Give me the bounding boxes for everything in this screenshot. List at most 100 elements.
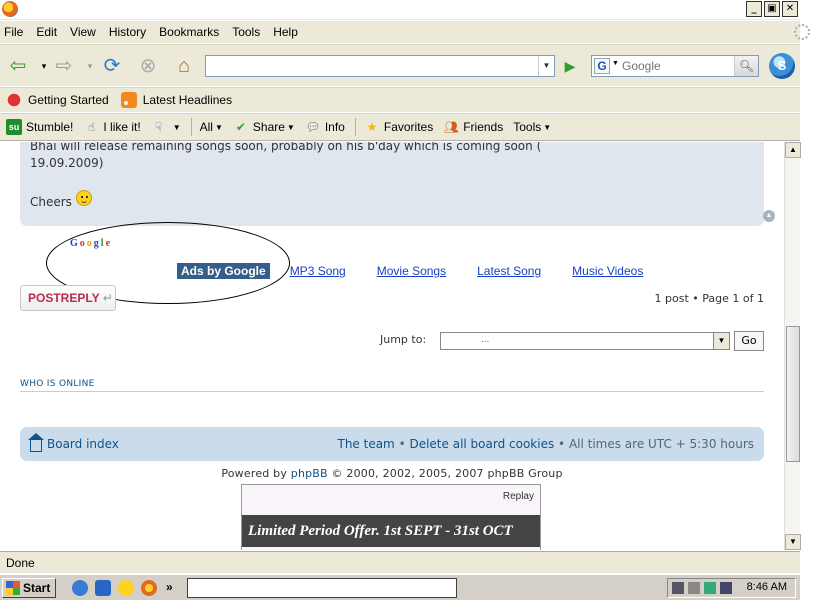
stumbleupon-globe-icon[interactable]: S [769,53,795,79]
post-reply-button[interactable]: POSTREPLY ↵ [20,285,116,311]
jump-to-value: ... [481,334,490,345]
powered-by-text: Powered by phpBB © 2000, 2002, 2005, 200… [0,467,784,480]
home-icon[interactable]: ⌂ [172,54,196,78]
ad-link-mp3-song[interactable]: MP3 Song [290,264,346,278]
search-input[interactable] [622,58,732,74]
jump-to-select[interactable]: ... ▼ [440,332,730,350]
network-icon[interactable] [672,582,684,594]
jump-to-label: Jump to: [380,333,427,346]
reload-icon[interactable]: ⟳ [100,54,124,78]
volume-icon[interactable] [688,582,700,594]
firefox-icon[interactable] [2,1,18,17]
bullet-separator: • [394,437,410,451]
banner-replay-button[interactable]: Replay [503,491,534,502]
firefox-bookmark-icon [6,92,22,108]
forward-history-dropdown-icon[interactable]: ▾ [78,54,102,78]
back-arrow-icon[interactable]: ⇦ [6,54,30,78]
ad-link-movie-songs[interactable]: Movie Songs [377,264,446,278]
messenger-smiley-icon[interactable] [118,580,134,596]
search-icon[interactable]: 🔍︎ [734,56,758,76]
menu-view[interactable]: View [70,25,96,39]
stumbleupon-toolbar: su Stumble! ☝ I like it! ☟ ▼ All ▼ ✔ Sha… [0,113,800,141]
ad-link-latest-song[interactable]: Latest Song [477,264,541,278]
board-index-label: Board index [47,437,119,451]
vertical-scrollbar[interactable]: ▲ ▼ [784,142,801,550]
stumbleupon-icon: su [6,119,22,135]
bookmarks-toolbar: Getting Started Latest Headlines [0,87,800,112]
thumbs-up-icon: ☝ [87,120,96,134]
phpbb-link[interactable]: phpBB [291,467,328,480]
home-icon [28,433,44,452]
star-icon: ★ [366,120,378,134]
forward-arrow-icon[interactable]: ⇨ [52,54,76,78]
restore-icon[interactable]: ▣ [764,1,780,17]
favorites-button[interactable]: ★ Favorites [364,119,433,135]
google-engine-icon[interactable]: G [594,58,610,74]
post-signoff: Cheers [30,190,92,210]
clock[interactable]: 8:46 AM [747,581,787,593]
all-label: All [199,120,213,134]
quicklaunch-more-icon[interactable]: » [166,580,173,594]
tray-app-icon[interactable] [704,582,716,594]
info-button[interactable]: 💬︎ Info [305,119,345,135]
stop-icon[interactable]: ⊗ [136,54,160,78]
share-button[interactable]: ✔ Share ▼ [233,119,295,135]
go-arrow-icon[interactable]: ▶ [561,57,579,75]
scrollbar-thumb[interactable] [786,326,800,462]
banner-offer-text: Limited Period Offer. 1st SEPT - 31st OC… [242,515,540,547]
ad-banner[interactable]: Replay Limited Period Offer. 1st SEPT - … [241,484,541,550]
bookmark-label: Getting Started [28,93,109,107]
back-to-top-icon[interactable]: ▲ [763,210,775,222]
jump-go-button[interactable]: Go [734,331,764,351]
who-is-online-heading: WHO IS ONLINE [20,379,95,389]
rss-icon [120,92,137,108]
taskbar-window-item[interactable] [187,578,457,598]
wink-smiley-icon [75,190,92,206]
start-button[interactable]: Start [2,578,56,598]
tools-button[interactable]: Tools ▼ [513,120,551,134]
ad-link-music-videos[interactable]: Music Videos [572,264,643,278]
url-dropdown-icon[interactable]: ▼ [538,56,554,76]
all-dropdown[interactable]: All ▼ [200,120,223,134]
menu-tools[interactable]: Tools [232,25,260,39]
timezone-text: All times are UTC + 5:30 hours [568,437,754,451]
menu-help[interactable]: Help [273,25,298,39]
dislike-dropdown-icon[interactable]: ▼ [173,123,181,132]
ie-icon[interactable] [72,580,88,596]
url-field[interactable]: ▼ [205,55,555,77]
scroll-down-icon[interactable]: ▼ [785,534,801,550]
bookmark-latest-headlines[interactable]: Latest Headlines [120,92,232,108]
ilike-button[interactable]: ☝ I like it! [83,119,141,135]
bookmark-getting-started[interactable]: Getting Started [6,92,109,108]
friends-label: Friends [463,120,504,134]
friends-button[interactable]: 👥︎ Friends [443,119,504,135]
bullet-separator: • [554,437,569,451]
menu-file[interactable]: File [4,25,23,39]
firefox-icon[interactable] [141,580,157,596]
post-body: Bhai will release remaining songs soon, … [20,142,775,226]
menu-bookmarks[interactable]: Bookmarks [159,25,219,39]
navigation-toolbar: ⇦ ▾ ⇨ ▾ ⟳ ⊗ ⌂ ▼ ▶ G ▼ 🔍︎ S [0,44,800,86]
powered-suffix: © 2000, 2002, 2005, 2007 phpBB Group [327,467,563,480]
engine-dropdown-icon[interactable]: ▼ [612,60,619,67]
close-icon[interactable]: ✕ [782,1,798,17]
delete-cookies-link[interactable]: Delete all board cookies [409,437,554,451]
taskbar: Start » 8:46 AM [0,574,800,600]
ad-links-row: Ads by Google MP3 Song Movie Songs Lates… [177,263,643,279]
board-index-link[interactable]: Board index [28,433,119,452]
scroll-up-icon[interactable]: ▲ [785,142,801,158]
ads-by-google-label[interactable]: Ads by Google [177,263,270,279]
minimize-icon[interactable]: _ [746,1,762,17]
the-team-link[interactable]: The team [337,437,394,451]
jump-dropdown-icon[interactable]: ▼ [713,333,729,349]
pagination-info: 1 post • Page 1 of 1 [654,292,764,305]
menu-edit[interactable]: Edit [36,25,57,39]
outlook-icon[interactable] [95,580,111,596]
display-icon[interactable] [720,582,732,594]
status-text: Done [6,556,35,570]
menu-history[interactable]: History [109,25,146,39]
stumble-button[interactable]: su Stumble! [6,119,73,135]
separator [354,118,356,136]
dislike-button[interactable]: ☟ ▼ [151,119,181,135]
reply-arrow-icon: ↵ [102,291,113,305]
